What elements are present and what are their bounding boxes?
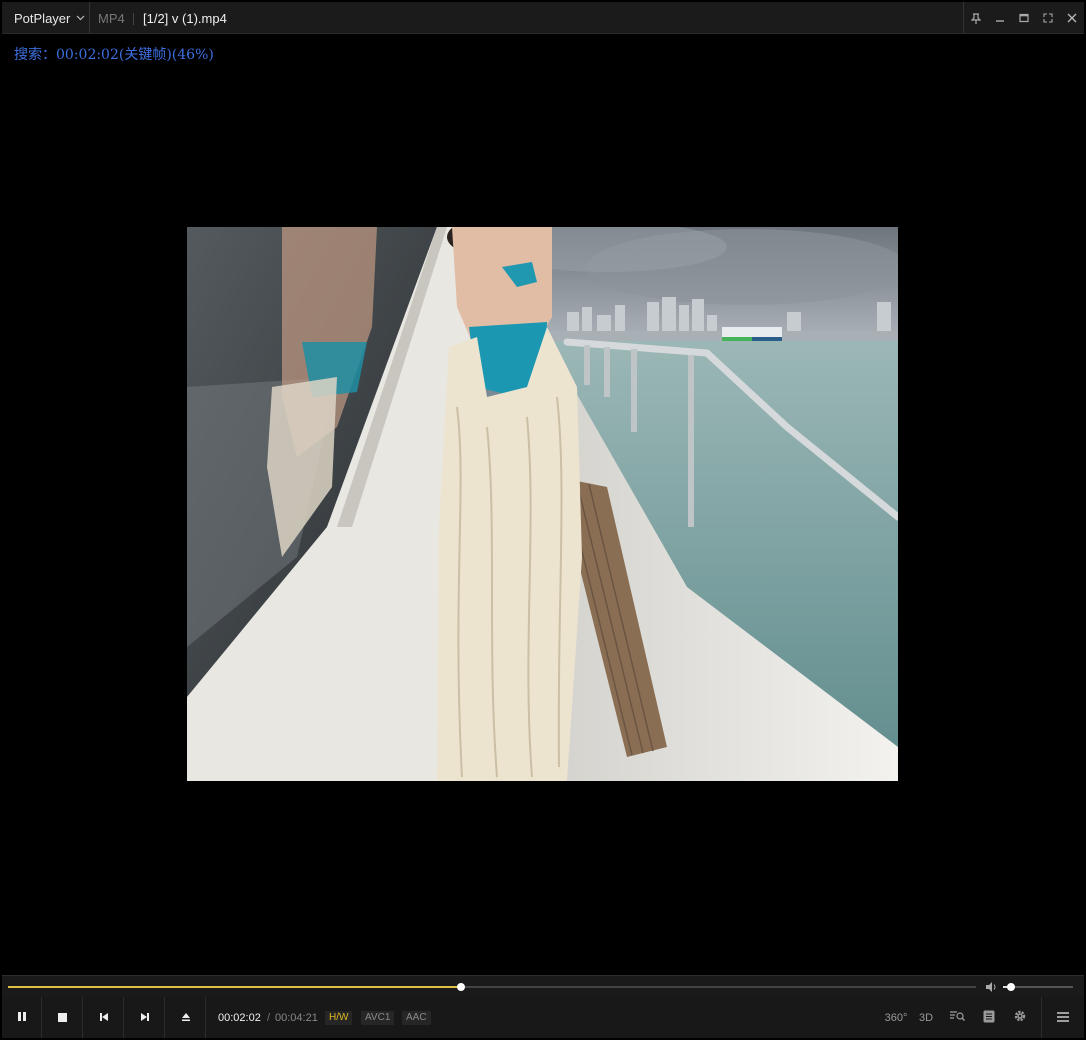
close-icon[interactable] <box>1060 2 1084 34</box>
3d-button[interactable]: 3D <box>911 997 941 1038</box>
video-scene <box>187 227 898 781</box>
pause-button[interactable] <box>2 997 42 1038</box>
3d-icon: 3D <box>918 1011 934 1024</box>
control-bar: 00:02:02 / 00:04:21 H/W AVC1 AAC 360° 3D <box>2 997 1084 1038</box>
previous-icon <box>99 1009 109 1027</box>
osd-seek-message: 搜索：00:02:02(关键帧)(46%) <box>14 47 214 63</box>
vr-360-button[interactable]: 360° <box>881 997 911 1038</box>
volume-slider[interactable] <box>1003 983 1073 991</box>
seek-bar[interactable] <box>8 983 976 991</box>
window-controls <box>963 2 1084 34</box>
format-label: MP4 <box>98 11 125 26</box>
open-file-button[interactable] <box>166 997 206 1038</box>
hamburger-menu-icon <box>1057 1009 1069 1027</box>
file-title: [1/2] v (1).mp4 <box>143 11 227 26</box>
seek-bar-progress <box>8 986 462 988</box>
gear-icon <box>1013 1009 1027 1026</box>
maximize-icon[interactable] <box>1012 2 1036 34</box>
360-icon: 360° <box>884 1011 908 1024</box>
video-frame[interactable] <box>187 227 898 781</box>
fullscreen-icon[interactable] <box>1036 2 1060 34</box>
stop-button[interactable] <box>43 997 83 1038</box>
playlist-search-icon <box>949 1010 965 1025</box>
next-button[interactable] <box>125 997 165 1038</box>
settings-button[interactable] <box>1005 997 1035 1038</box>
chapter-icon <box>983 1010 995 1026</box>
stop-icon <box>58 1009 67 1027</box>
current-time[interactable]: 00:02:02 <box>218 997 261 1039</box>
app-menu-button[interactable]: PotPlayer <box>2 2 90 34</box>
title-divider <box>133 13 134 25</box>
app-name: PotPlayer <box>14 10 71 26</box>
eject-icon <box>181 1009 191 1027</box>
next-icon <box>140 1009 150 1027</box>
video-codec-badge[interactable]: AVC1 <box>361 1011 395 1025</box>
seek-area <box>2 975 1084 997</box>
previous-button[interactable] <box>84 997 124 1038</box>
pin-icon[interactable] <box>964 2 988 34</box>
volume-icon[interactable] <box>985 980 997 998</box>
hw-decode-badge[interactable]: H/W <box>325 1011 353 1025</box>
minimize-icon[interactable] <box>988 2 1012 34</box>
chapter-button[interactable] <box>974 997 1004 1038</box>
title-bar: PotPlayer MP4 [1/2] v (1).mp4 <box>2 2 1084 34</box>
chevron-down-icon <box>76 13 85 23</box>
seek-bar-thumb[interactable] <box>457 983 466 991</box>
audio-codec-badge[interactable]: AAC <box>402 1011 431 1025</box>
total-time[interactable]: 00:04:21 <box>275 997 318 1039</box>
pause-icon <box>17 1009 27 1027</box>
playlist-search-button[interactable] <box>942 997 972 1038</box>
time-separator: / <box>267 1012 271 1024</box>
volume-slider-thumb[interactable] <box>1007 983 1016 991</box>
main-menu-button[interactable] <box>1041 997 1084 1038</box>
